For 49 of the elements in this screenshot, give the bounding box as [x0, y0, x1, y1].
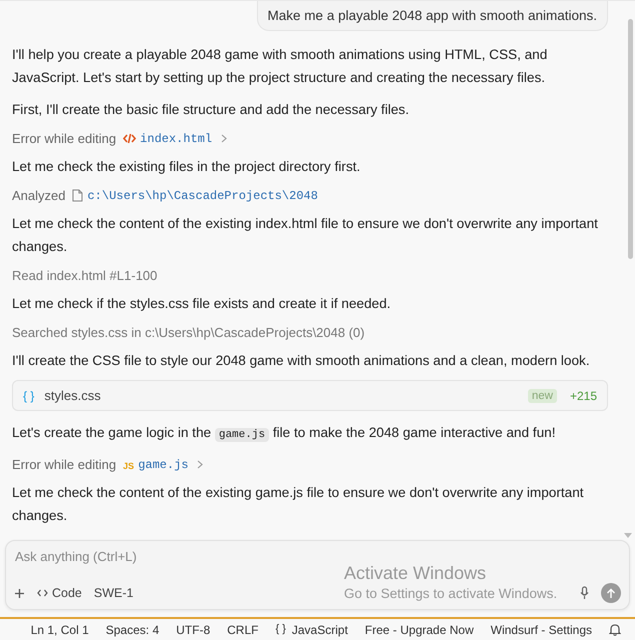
status-item[interactable]: Spaces: 4	[106, 622, 160, 637]
model-selector[interactable]: SWE-1	[94, 586, 134, 600]
step-label: Error while editing	[12, 457, 116, 472]
microphone-icon[interactable]	[580, 586, 589, 600]
scrollbar[interactable]	[628, 19, 633, 259]
js-file-icon: JS	[123, 461, 134, 471]
step-label: Analyzed	[12, 188, 66, 203]
file-card[interactable]: { } styles.css new +215	[12, 380, 608, 411]
send-button[interactable]	[601, 583, 621, 604]
new-badge: new	[528, 388, 557, 402]
notification-bell-icon[interactable]	[609, 623, 621, 636]
assistant-message: Let me check the content of the existing index.html file to ensure we don't overwrite any important changes.	[12, 215, 599, 256]
chevron-icon[interactable]	[197, 460, 204, 469]
user-message: Make me a playable 2048 app with smooth animations.	[256, 1, 608, 31]
file-name: styles.css	[44, 388, 101, 403]
assistant-message: Let's create the game logic in the game.js file to make the 2048 game interactive and fun!	[12, 424, 556, 444]
step-label: Error while editing	[12, 131, 116, 146]
chevron-icon[interactable]	[221, 134, 228, 143]
inline-code: game.js	[214, 428, 270, 442]
status-item[interactable]: UTF-8	[176, 622, 210, 637]
status-item[interactable]: Free - Upgrade Now	[364, 622, 474, 637]
chat-input-field[interactable]: Ask anything (Ctrl+L)	[14, 549, 621, 564]
code-mode-button[interactable]: Code	[37, 586, 82, 600]
assistant-message: I'll create the CSS file to style our 2048 game with smooth animations and a clean, modern look.	[12, 352, 591, 370]
status-item[interactable]: CRLF	[227, 622, 258, 637]
assistant-message: Let me check the existing files in the project directory first.	[12, 158, 362, 176]
assistant-message: I'll help you create a playable 2048 game with smooth animations using HTML, CSS, and JavaScript. Let's start by setting up the project structure and creating the necessary files.	[12, 46, 548, 87]
up-arrow-icon	[606, 588, 616, 599]
assistant-message: Let me check the content of the existing game.js file to ensure we don't overwrite any important changes.	[12, 484, 585, 525]
tool-step: Searched styles.css in c:\Users\hp\CascadeProjects\2048 (0)	[12, 325, 608, 340]
activation-message: Go to Settings to activate Windows.	[344, 586, 558, 602]
file-link[interactable]: index.html	[140, 132, 212, 146]
activation-title: Activate Windows	[344, 563, 488, 584]
assistant-message: Let me check if the styles.css file exists and create it if needed.	[12, 295, 392, 313]
code-icon	[37, 589, 48, 598]
added-lines-count: +215	[570, 388, 597, 402]
braces-icon: { }	[275, 622, 286, 637]
scroll-down-icon[interactable]	[624, 533, 632, 538]
file-icon	[72, 189, 84, 202]
tool-step: Read index.html #L1-100	[12, 268, 608, 283]
code-icon	[123, 133, 136, 144]
file-link[interactable]: game.js	[138, 458, 188, 472]
assistant-message: First, I'll create the basic file structure and add the necessary files.	[12, 101, 410, 119]
file-link[interactable]: c:\Users\hp\CascadeProjects\2048	[87, 188, 318, 202]
add-icon[interactable]	[14, 588, 25, 599]
status-item[interactable]: Windsurf - Settings	[490, 622, 592, 637]
language-mode[interactable]: JavaScript	[292, 622, 348, 637]
status-item[interactable]: Ln 1, Col 1	[30, 622, 89, 637]
css-file-icon: { }	[23, 388, 34, 402]
